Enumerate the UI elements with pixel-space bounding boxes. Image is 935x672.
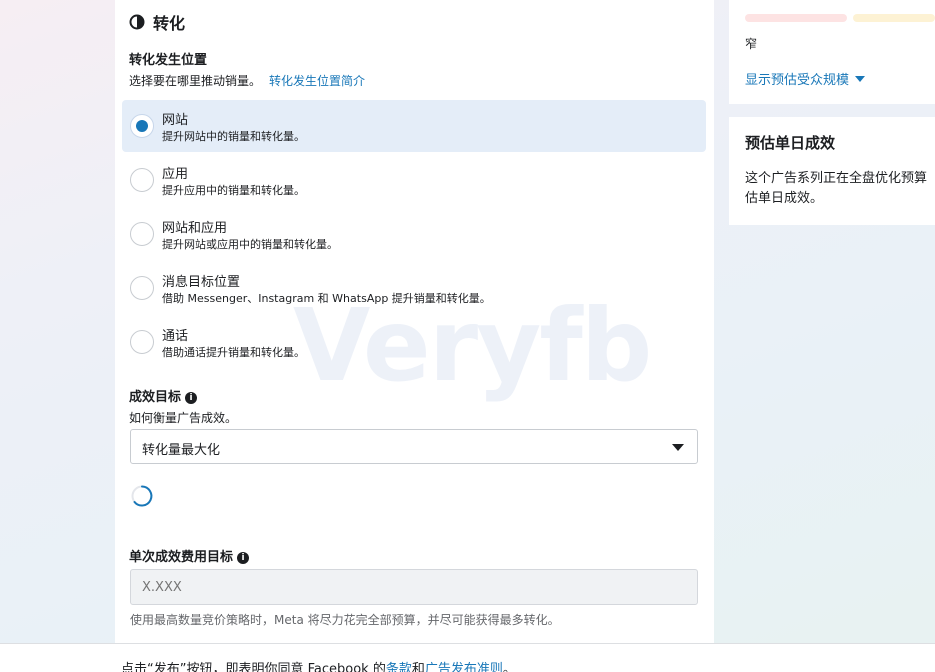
info-icon[interactable]: i (237, 552, 250, 564)
loading-spinner-icon (131, 485, 153, 507)
option-title: 消息目标位置 (162, 275, 241, 290)
cost-goal-input[interactable] (130, 569, 698, 605)
daily-results-body: 这个广告系列正在全盘优化预算 估单日成效。 (745, 169, 935, 209)
audience-meter-low (745, 14, 847, 22)
show-estimate-link[interactable]: 显示预估受众规模 (745, 69, 866, 88)
performance-goal-label: 成效目标 i (129, 386, 198, 405)
daily-results-line1: 这个广告系列正在全盘优化预算 (745, 171, 928, 186)
performance-goal-label-text: 成效目标 (129, 390, 182, 405)
option-title: 网站和应用 (162, 221, 228, 236)
option-title: 网站 (162, 113, 189, 128)
caret-down-icon (855, 76, 866, 82)
footer-prefix: 点击“发布”按钮，即表明你同意 Facebook 的 (121, 662, 386, 672)
footer-suffix: 。 (502, 662, 516, 672)
conversion-location-desc-text: 选择要在哪里推动销量。 (129, 74, 262, 88)
option-desc: 提升网站中的销量和转化量。 (162, 130, 305, 143)
audience-meter-mid (853, 14, 935, 22)
option-title: 通话 (162, 329, 189, 344)
cost-goal-label-text: 单次成效费用目标 (129, 550, 234, 565)
option-title: 应用 (162, 167, 189, 182)
daily-results-card: 预估单日成效 这个广告系列正在全盘优化预算 估单日成效。 (729, 117, 935, 225)
ad-guidelines-link[interactable]: 广告发布准则 (425, 662, 503, 672)
radio-calls[interactable] (130, 330, 154, 354)
option-website[interactable]: 网站 提升网站中的销量和转化量。 (122, 100, 706, 152)
radio-website-and-app[interactable] (130, 222, 154, 246)
cost-goal-label: 单次成效费用目标 i (129, 546, 250, 565)
conversion-location-label: 转化发生位置 (129, 53, 208, 68)
option-desc: 借助通话提升销量和转化量。 (162, 346, 305, 359)
half-circle-icon (129, 14, 145, 30)
radio-app[interactable] (130, 168, 154, 192)
performance-goal-select[interactable]: 转化量最大化 (130, 429, 698, 464)
footer: 点击“发布”按钮，即表明你同意 Facebook 的条款和广告发布准则。 (0, 643, 935, 672)
section-title: 转化 (153, 14, 186, 33)
terms-link[interactable]: 条款 (386, 662, 412, 672)
conversion-location-desc: 选择要在哪里推动销量。 转化发生位置简介 (129, 72, 365, 89)
option-desc: 借助 Messenger、Instagram 和 WhatsApp 提升销量和转… (162, 292, 491, 305)
radio-website[interactable] (130, 114, 154, 138)
option-app[interactable]: 应用 提升应用中的销量和转化量。 (122, 154, 706, 206)
daily-results-title: 预估单日成效 (745, 134, 836, 152)
footer-text: 点击“发布”按钮，即表明你同意 Facebook 的条款和广告发布准则。 (121, 658, 516, 672)
section-header: 转化 (129, 10, 185, 34)
cost-goal-hint: 使用最高数量竞价策略时，Meta 将尽力花完全部预算，并尽可能获得最多转化。 (130, 613, 560, 627)
radio-messaging[interactable] (130, 276, 154, 300)
info-icon[interactable]: i (185, 392, 198, 404)
audience-card: 窄 显示预估受众规模 (729, 0, 935, 104)
option-messaging[interactable]: 消息目标位置 借助 Messenger、Instagram 和 WhatsApp… (122, 262, 706, 314)
option-website-and-app[interactable]: 网站和应用 提升网站或应用中的销量和转化量。 (122, 208, 706, 260)
daily-results-line2: 估单日成效。 (745, 191, 824, 206)
option-desc: 提升网站或应用中的销量和转化量。 (162, 238, 338, 251)
option-calls[interactable]: 通话 借助通话提升销量和转化量。 (122, 316, 706, 368)
caret-down-icon (672, 444, 684, 451)
conversion-card: 转化 转化发生位置 选择要在哪里推动销量。 转化发生位置简介 网站 提升网站中的销… (115, 0, 714, 645)
conversion-location-help-link[interactable]: 转化发生位置简介 (269, 74, 365, 88)
audience-narrow-label: 窄 (745, 37, 758, 51)
performance-goal-value: 转化量最大化 (142, 443, 221, 458)
show-estimate-text: 显示预估受众规模 (745, 73, 850, 88)
footer-and: 和 (411, 662, 425, 672)
performance-goal-desc: 如何衡量广告成效。 (129, 411, 238, 425)
option-desc: 提升应用中的销量和转化量。 (162, 184, 305, 197)
